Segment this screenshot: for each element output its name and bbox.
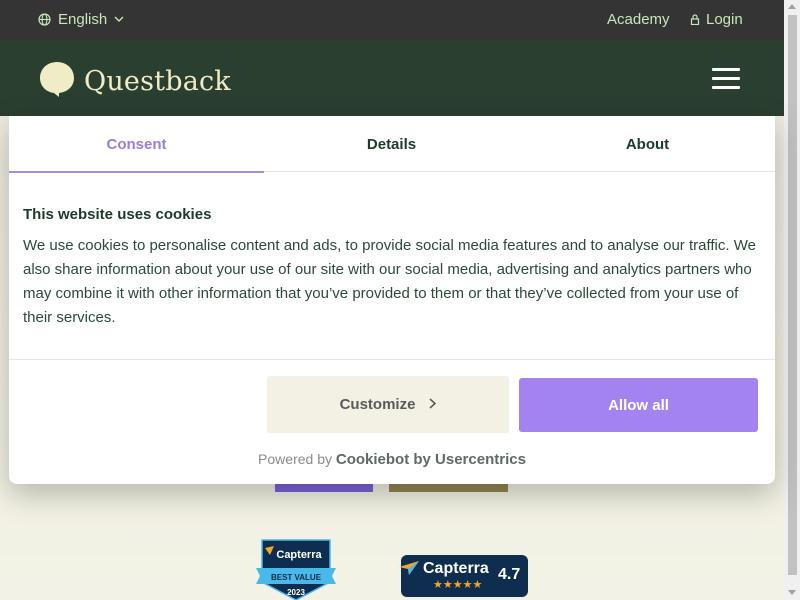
customize-button[interactable]: Customize bbox=[267, 376, 509, 433]
tab-about[interactable]: About bbox=[520, 116, 775, 172]
allow-all-button[interactable]: Allow all bbox=[519, 378, 758, 432]
powered-by: Powered by Cookiebot by Usercentrics bbox=[9, 451, 775, 468]
language-selector[interactable]: English bbox=[38, 11, 124, 28]
dialog-body-text: We use cookies to personalise content an… bbox=[23, 237, 756, 326]
star-rating-icon: ★★★★★ bbox=[433, 579, 483, 591]
logo-text: Questback bbox=[84, 66, 231, 97]
tab-details[interactable]: Details bbox=[264, 116, 519, 172]
tab-consent[interactable]: Consent bbox=[9, 116, 264, 173]
cookiebot-link[interactable]: Cookiebot by Usercentrics bbox=[336, 451, 526, 468]
top-utility-bar: English Academy Login bbox=[0, 0, 784, 40]
capterra-best-value-badge: Capterra BEST VALUE 2023 bbox=[256, 538, 336, 600]
academy-link[interactable]: Academy bbox=[607, 11, 670, 28]
login-link[interactable]: Login bbox=[690, 11, 743, 28]
globe-icon bbox=[38, 13, 51, 26]
best-value-brand: Capterra bbox=[276, 549, 322, 561]
cookie-consent-dialog: Consent Details About This website uses … bbox=[9, 116, 775, 484]
scroll-down-arrow-icon[interactable] bbox=[788, 590, 796, 595]
divider bbox=[9, 359, 775, 360]
best-value-ribbon: BEST VALUE bbox=[271, 573, 322, 582]
consent-tabs: Consent Details About bbox=[9, 116, 775, 173]
language-label: English bbox=[58, 11, 108, 28]
customize-label: Customize bbox=[339, 396, 416, 413]
chevron-right-icon bbox=[429, 396, 437, 413]
scroll-up-arrow-icon[interactable] bbox=[788, 4, 796, 9]
speech-bubble-logo-icon bbox=[38, 60, 76, 103]
site-header: Questback bbox=[0, 40, 784, 116]
rating-score: 4.7 bbox=[498, 566, 521, 583]
login-label: Login bbox=[706, 11, 743, 28]
capterra-rating-badge: Capterra ★★★★★ 4.7 bbox=[399, 555, 528, 597]
questback-logo[interactable]: Questback bbox=[38, 60, 231, 103]
powered-by-prefix: Powered by bbox=[258, 451, 332, 467]
rating-brand: Capterra bbox=[423, 560, 489, 577]
best-value-year: 2023 bbox=[287, 588, 305, 597]
hamburger-icon[interactable] bbox=[712, 68, 740, 89]
scrollbar-thumb[interactable] bbox=[788, 15, 797, 575]
dialog-title: This website uses cookies bbox=[23, 206, 212, 223]
capterra-logo-icon bbox=[397, 559, 421, 582]
lock-icon bbox=[690, 14, 700, 25]
chevron-down-icon bbox=[114, 16, 124, 23]
